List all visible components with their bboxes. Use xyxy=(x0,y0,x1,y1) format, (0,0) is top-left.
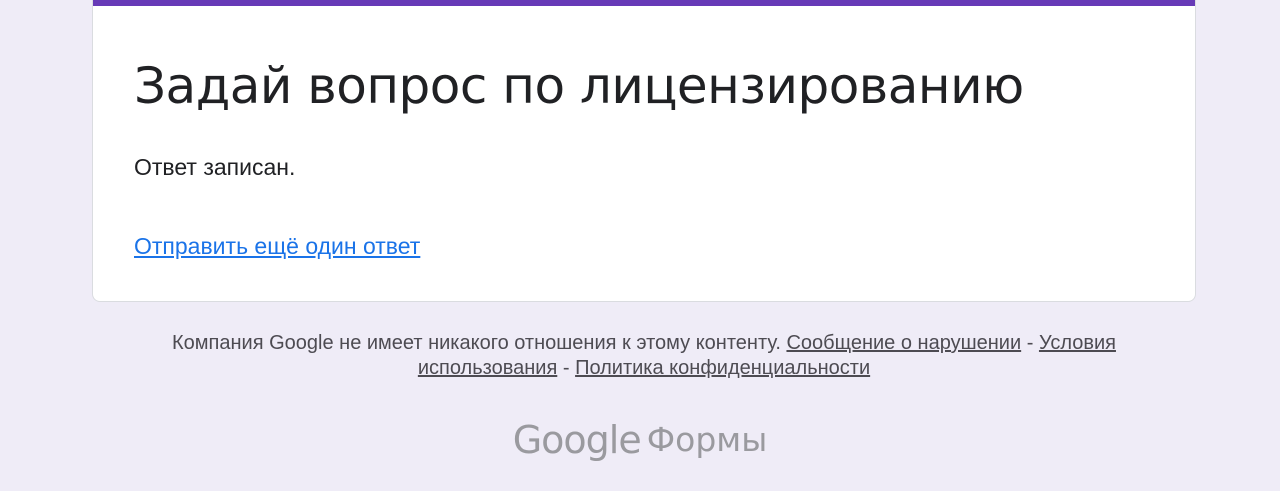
google-forms-logo[interactable]: Google Формы xyxy=(0,415,1280,465)
report-abuse-link[interactable]: Сообщение о нарушении xyxy=(786,332,1021,354)
card-accent-bar xyxy=(93,0,1195,6)
submit-another-response-link[interactable]: Отправить ещё один ответ xyxy=(134,230,420,262)
form-card: Задай вопрос по лицензированию Ответ зап… xyxy=(92,0,1196,302)
forms-wordmark: Формы xyxy=(646,420,768,459)
footer-separator: - xyxy=(1026,332,1034,354)
form-title: Задай вопрос по лицензированию xyxy=(134,57,1024,115)
footer-separator: - xyxy=(562,357,570,379)
response-recorded-message: Ответ записан. xyxy=(134,154,296,180)
google-wordmark: Google xyxy=(512,418,642,462)
privacy-policy-link[interactable]: Политика конфиденциальности xyxy=(575,357,870,379)
disclaimer-text: Компания Google не имеет никакого отноше… xyxy=(172,332,781,354)
footer-disclaimer: Компания Google не имеет никакого отноше… xyxy=(120,331,1168,381)
